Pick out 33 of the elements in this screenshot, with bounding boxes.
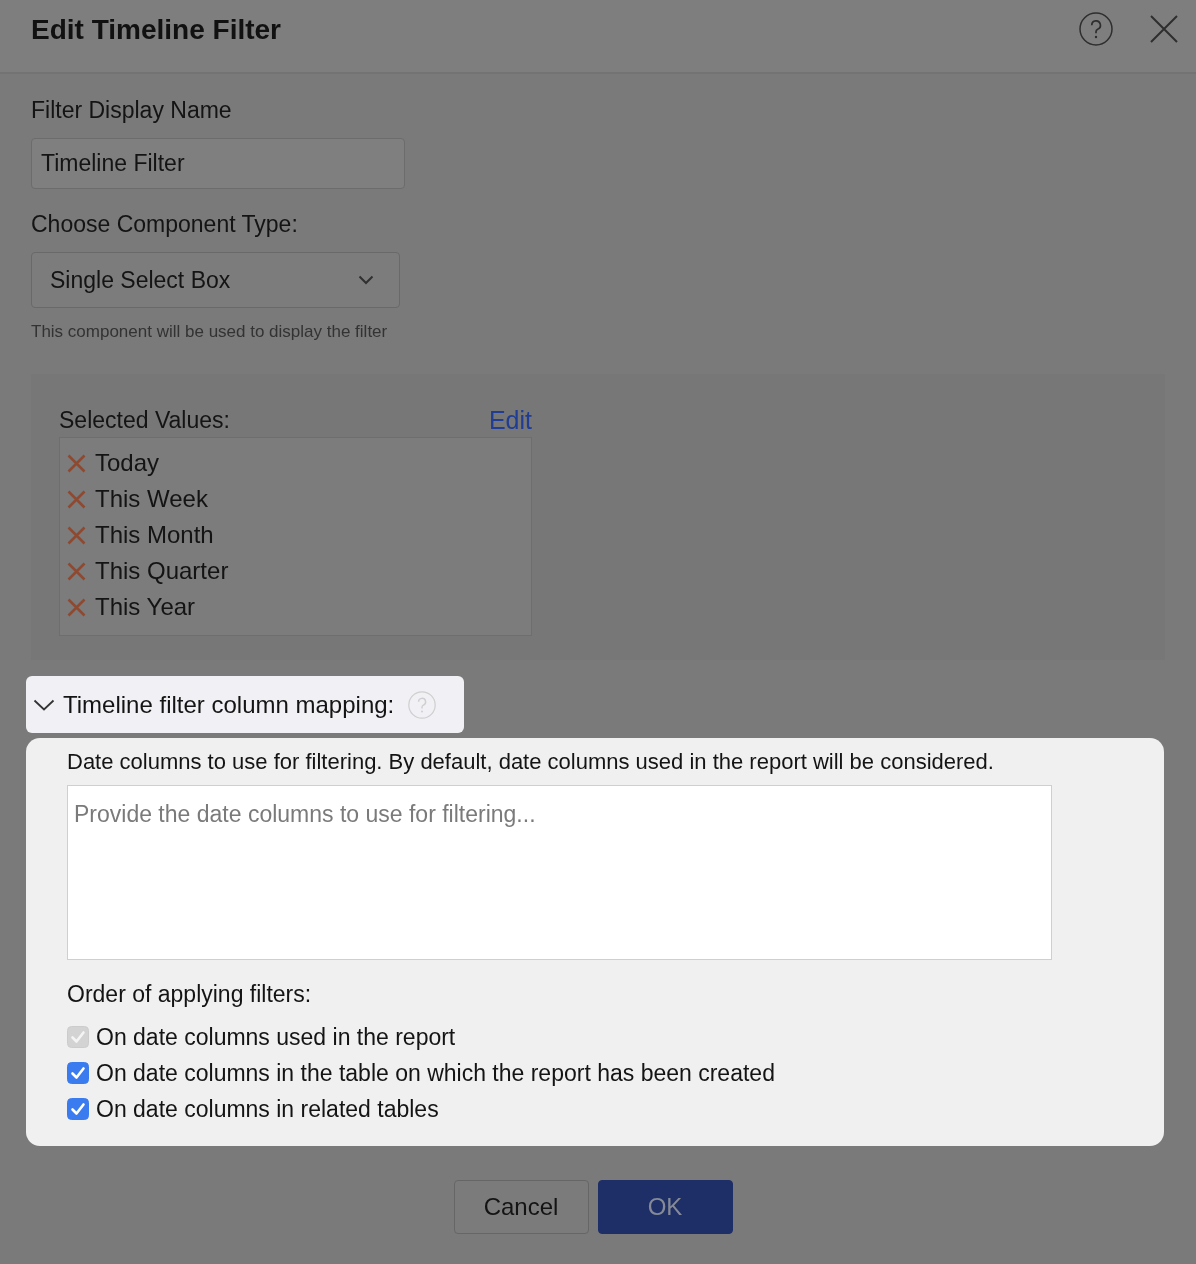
date-columns-field[interactable]: Provide the date columns to use for filtering... <box>67 785 1052 960</box>
help-icon[interactable] <box>1079 12 1113 46</box>
hint-text: This component will be used to display the filter <box>31 321 388 343</box>
remove-icon[interactable] <box>67 525 86 545</box>
remove-icon[interactable] <box>67 561 86 581</box>
component-type-select[interactable]: Single Select Box <box>31 252 400 308</box>
selected-value: This Year <box>95 592 196 622</box>
close-icon[interactable] <box>1150 15 1178 43</box>
remove-icon[interactable] <box>67 453 86 473</box>
cancel-button[interactable]: Cancel <box>453 1180 589 1234</box>
selected-value: This Week <box>95 484 208 514</box>
ok-button[interactable]: OK <box>597 1180 733 1234</box>
chevron-down-icon <box>358 275 374 285</box>
field-label: Selected Values: <box>59 406 230 434</box>
checkbox-label: On date columns used in the report <box>96 1023 456 1052</box>
checkbox[interactable] <box>67 1098 89 1120</box>
selected-value: Today <box>95 448 160 478</box>
remove-icon[interactable] <box>67 489 86 509</box>
remove-icon[interactable] <box>67 597 86 617</box>
checkbox-label: On date columns in related tables <box>96 1095 439 1124</box>
chevron-down-icon[interactable] <box>33 698 55 711</box>
description-text: Date columns to use for filtering. By default, date columns used in the report will be considered. <box>67 748 994 776</box>
checkbox[interactable] <box>67 1062 89 1084</box>
checkbox-label: On date columns in the table on which the report has been created <box>96 1059 775 1088</box>
selected-value: This Quarter <box>95 556 229 586</box>
field-label: Order of applying filters: <box>67 980 312 1008</box>
dialog-title: Edit Timeline Filter <box>31 13 282 47</box>
selected-value: This Month <box>95 520 214 550</box>
field-label: Choose Component Type: <box>31 210 298 238</box>
edit-link[interactable]: Edit <box>488 406 532 434</box>
field-label: Filter Display Name <box>31 96 232 124</box>
display-name-field[interactable]: Timeline Filter <box>31 138 405 189</box>
section-title: Timeline filter column mapping: <box>63 689 395 720</box>
